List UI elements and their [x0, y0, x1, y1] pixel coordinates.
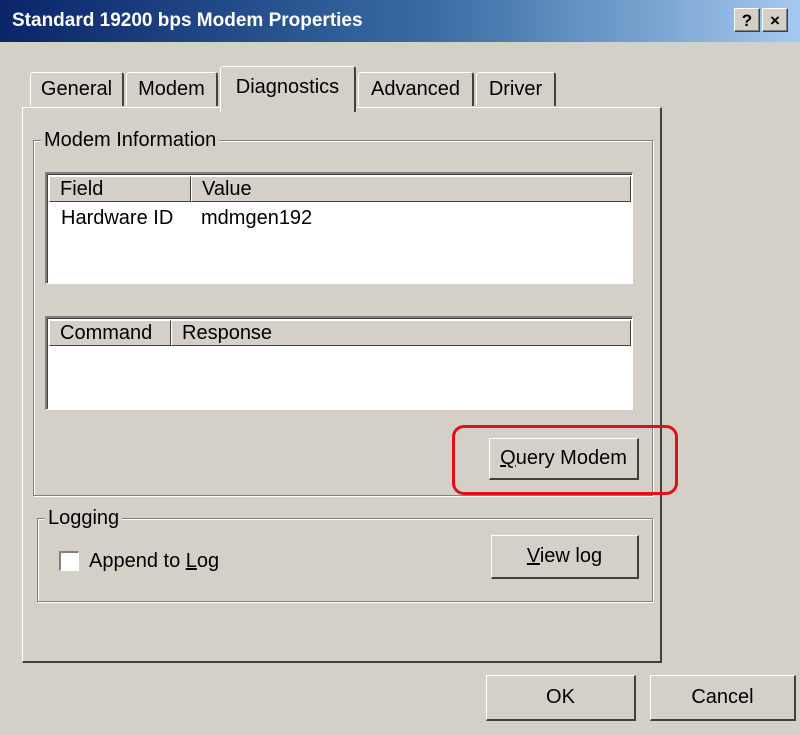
view-log-button[interactable]: View log [491, 535, 639, 579]
append-label-pre: Append to [89, 550, 186, 572]
ok-button[interactable]: OK [486, 675, 636, 721]
column-header-field[interactable]: Field [49, 176, 191, 202]
close-button[interactable]: × [762, 8, 788, 32]
tab-general[interactable]: General [30, 72, 124, 106]
tab-strip: General Modem Diagnostics Advanced Drive… [0, 58, 800, 112]
mnemonic-q: Q [500, 447, 516, 469]
query-modem-button[interactable]: Query Modem [489, 438, 639, 480]
mnemonic-l: L [185, 550, 197, 572]
tab-diagnostics[interactable]: Diagnostics [220, 66, 356, 112]
modem-information-label: Modem Information [41, 129, 220, 151]
cancel-button[interactable]: Cancel [650, 675, 796, 721]
tab-modem[interactable]: Modem [126, 72, 218, 106]
help-button[interactable]: ? [734, 8, 760, 32]
append-label-post: og [196, 550, 220, 572]
mnemonic-v: V [526, 545, 540, 567]
view-log-label: iew log [539, 545, 603, 567]
modem-info-list[interactable]: Field Value Hardware ID mdmgen192 [45, 172, 633, 284]
command-response-list[interactable]: Command Response [45, 316, 633, 410]
column-header-value[interactable]: Value [191, 176, 631, 202]
tab-advanced[interactable]: Advanced [358, 72, 474, 106]
cell-field: Hardware ID [61, 207, 174, 229]
cell-value: mdmgen192 [201, 207, 313, 229]
query-modem-label: uery Modem [515, 447, 627, 469]
list-header: Command Response [49, 320, 631, 346]
window-title: Standard 19200 bps Modem Properties [12, 10, 363, 31]
append-to-log-label[interactable]: Append to Log [89, 549, 219, 573]
column-header-response[interactable]: Response [171, 320, 631, 346]
append-to-log-checkbox[interactable] [59, 551, 79, 571]
logging-label: Logging [45, 507, 123, 529]
diagnostics-panel: Modem Information Field Value Hardware I… [22, 107, 662, 663]
list-header: Field Value [49, 176, 631, 202]
column-header-command[interactable]: Command [49, 320, 171, 346]
title-bar: Standard 19200 bps Modem Properties ? × [0, 0, 800, 42]
tab-driver[interactable]: Driver [476, 72, 556, 106]
